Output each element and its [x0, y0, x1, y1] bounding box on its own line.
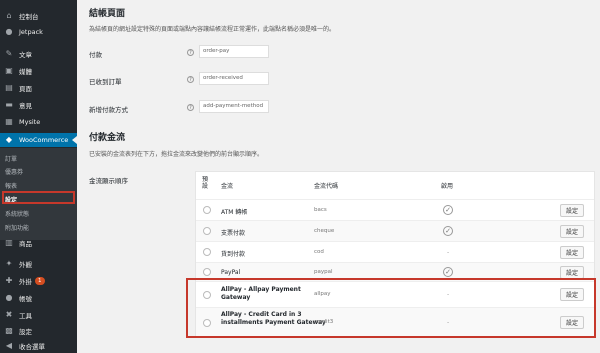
gateway-settings-button[interactable]: 設定	[560, 204, 584, 217]
jetpack-icon: ●	[5, 27, 13, 36]
media-icon: ▣	[5, 66, 13, 75]
default-radio[interactable]	[203, 227, 211, 235]
field-label-add-payment-method: 新增付款方式	[89, 106, 128, 114]
pin-icon: ✎	[5, 49, 13, 58]
table-row[interactable]: ATM 轉帳 bacs ✓ 設定	[196, 199, 594, 220]
sidebar-item-jetpack[interactable]: ● Jetpack	[0, 25, 77, 39]
sidebar-collapse-menu[interactable]: ◀ 收合選單	[0, 339, 77, 353]
field-label-pay: 付款	[89, 51, 102, 59]
sidebar-item-label: 收合選單	[19, 343, 45, 351]
sidebar-item-label: WooCommerce	[19, 136, 69, 144]
sidebar-item-label: 控制台	[19, 13, 39, 21]
dashboard-icon: ⌂	[6, 11, 12, 20]
checkout-section-title: 結帳頁面	[89, 9, 126, 19]
order-received-endpoint-input[interactable]: order-received	[199, 72, 269, 85]
page-icon: ▤	[5, 83, 13, 92]
submenu-item-reports[interactable]: 報表	[5, 181, 17, 190]
submenu-item-addons[interactable]: 附加功能	[5, 223, 29, 232]
gateway-name: 貨到付款	[221, 251, 246, 258]
gateway-id: bacs	[314, 207, 327, 213]
enabled-check-icon: ✓	[443, 226, 453, 236]
sidebar-item-label: 設定	[19, 328, 32, 336]
sidebar-item-pages[interactable]: ▤ 頁面	[0, 81, 77, 95]
sidebar-item-settings[interactable]: ▩ 設定	[0, 324, 77, 338]
gateways-section-title: 付款金流	[89, 133, 126, 143]
gateway-settings-button[interactable]: 設定	[560, 246, 584, 259]
appearance-icon: ✦	[5, 259, 13, 268]
settings-highlight-box	[2, 191, 75, 204]
header-gateway: 金流	[221, 183, 234, 190]
table-row[interactable]: 支票付款 cheque ✓ 設定	[196, 220, 594, 241]
sidebar-item-label: 外觀	[19, 261, 32, 269]
woocommerce-icon: ◆	[5, 135, 13, 144]
gateway-order-label: 金流顯示順序	[89, 177, 128, 185]
mysite-icon: ▦	[5, 117, 13, 126]
update-count-badge: 1	[35, 277, 45, 285]
enabled-check-icon: ✓	[443, 267, 453, 277]
help-icon[interactable]: ?	[187, 76, 194, 83]
sidebar-item-label: 文章	[19, 51, 32, 59]
sidebar-item-label: 工具	[19, 312, 32, 320]
sidebar-item-label: 意見	[19, 102, 32, 110]
submenu-item-coupons[interactable]: 優惠券	[5, 167, 23, 176]
default-radio[interactable]	[203, 206, 211, 214]
users-icon: ●	[5, 293, 13, 302]
sidebar-item-tools[interactable]: ✖ 工具	[0, 308, 77, 322]
sidebar-item-label: 外掛	[19, 278, 32, 286]
sidebar-item-appearance[interactable]: ✦ 外觀	[0, 257, 77, 271]
allpay-highlight-box	[186, 278, 596, 338]
sidebar-item-mysite[interactable]: ▦ Mysite	[0, 115, 77, 129]
sidebar-item-dashboard[interactable]: ⌂ 控制台	[0, 9, 77, 23]
gateway-id: cod	[314, 249, 324, 255]
tools-icon: ✖	[5, 310, 13, 319]
comment-icon: ▬	[5, 100, 13, 109]
default-radio[interactable]	[203, 268, 211, 276]
sidebar-item-products[interactable]: ▥ 商品	[0, 236, 77, 250]
gateway-name: 支票付款	[221, 230, 246, 237]
help-icon[interactable]: ?	[187, 104, 194, 111]
gateway-id: cheque	[314, 228, 335, 234]
plugin-icon: ✚	[5, 276, 13, 285]
admin-sidebar: ⌂ 控制台 ● Jetpack ✎ 文章 ▣ 媒體 ▤ 頁面 ▬ 意見 ▦ Mysite ◆ W…	[0, 0, 77, 353]
gateway-settings-button[interactable]: 設定	[560, 225, 584, 238]
header-default: 預設	[202, 176, 209, 190]
header-gateway-id: 金流代碼	[314, 183, 339, 190]
sidebar-item-posts[interactable]: ✎ 文章	[0, 47, 77, 61]
sidebar-item-label: 媒體	[19, 68, 32, 76]
disabled-dash: -	[447, 249, 450, 256]
gateways-section-description: 已安裝的金流表列在下方，拖拉金流來改變他們的前台顯示順序。	[89, 151, 264, 158]
sidebar-item-label: Jetpack	[19, 28, 43, 36]
add-payment-method-endpoint-input[interactable]: add-payment-method	[199, 100, 269, 113]
sidebar-item-plugins[interactable]: ✚ 外掛 1	[0, 274, 77, 288]
sidebar-item-label: 帳號	[19, 295, 32, 303]
gateway-name: PayPal	[221, 269, 241, 276]
sidebar-item-users[interactable]: ● 帳號	[0, 291, 77, 305]
help-icon[interactable]: ?	[187, 49, 194, 56]
sidebar-item-label: 頁面	[19, 85, 32, 93]
field-label-order-received: 已收到訂單	[89, 78, 122, 86]
submenu-item-orders[interactable]: 訂單	[5, 154, 17, 163]
default-radio[interactable]	[203, 248, 211, 256]
gateway-id: paypal	[314, 269, 333, 275]
products-icon: ▥	[5, 238, 13, 247]
sidebar-item-label: Mysite	[19, 118, 41, 126]
sidebar-item-label: 商品	[19, 240, 32, 248]
header-enabled: 啟用	[441, 183, 454, 190]
table-row[interactable]: 貨到付款 cod - 設定	[196, 241, 594, 262]
collapse-icon: ◀	[5, 341, 13, 350]
pay-endpoint-input[interactable]: order-pay	[199, 45, 269, 58]
gateway-name: ATM 轉帳	[221, 209, 248, 216]
sidebar-item-media[interactable]: ▣ 媒體	[0, 64, 77, 78]
sidebar-item-comments[interactable]: ▬ 意見	[0, 98, 77, 112]
enabled-check-icon: ✓	[443, 205, 453, 215]
settings-icon: ▩	[5, 326, 13, 335]
sidebar-item-woocommerce[interactable]: ◆ WooCommerce	[0, 133, 77, 147]
checkout-section-description: 為結帳頁的網址設定特殊的頁面或端點內容讓結帳流程正常運作，此端點名稱必須是唯一的…	[89, 26, 336, 33]
submenu-item-system-status[interactable]: 系統狀態	[5, 209, 29, 218]
